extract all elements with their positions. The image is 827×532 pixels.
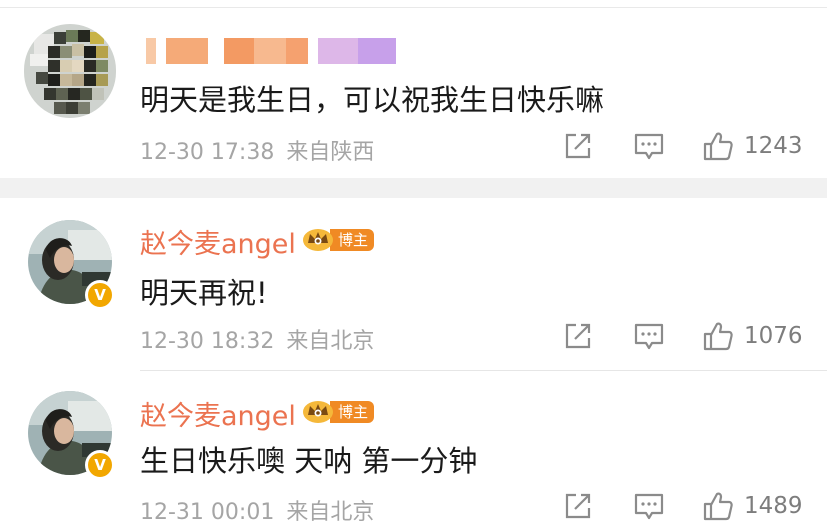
like-count: 1243 (744, 133, 803, 159)
crown-icon (303, 229, 333, 251)
share-icon (565, 133, 591, 159)
share-icon (565, 323, 591, 349)
reply-button[interactable] (633, 132, 665, 162)
like-button[interactable]: 1489 (702, 490, 803, 522)
reply-button[interactable] (633, 492, 665, 522)
thumbs-up-icon (703, 322, 733, 351)
comment-item: V 赵今麦angel 博主 生日快乐噢 天呐 第一分钟 12-31 00:01 来… (0, 370, 827, 532)
share-button[interactable] (563, 491, 593, 521)
blogger-badge: 博主 (302, 227, 375, 252)
comment-time: 12-31 00:01 (140, 500, 275, 525)
comment-text: 明天是我生日，可以祝我生日快乐嘛 (140, 83, 605, 117)
share-button[interactable] (563, 321, 593, 351)
thumbs-up-icon (703, 492, 733, 521)
share-button[interactable] (563, 131, 593, 161)
comment-source: 来自北京 (286, 329, 375, 354)
crown-icon (303, 401, 333, 423)
blogger-badge: 博主 (302, 399, 375, 424)
verified-v-icon: V (85, 280, 115, 310)
comment-text: 生日快乐噢 天呐 第一分钟 (140, 444, 478, 478)
comment-item: V 赵今麦angel 博主 明天再祝! 12-30 18:32 来自北京 107… (0, 198, 827, 370)
comment-item: 明天是我生日，可以祝我生日快乐嘛 12-30 17:38 来自陕西 1243 (0, 0, 827, 178)
like-count: 1076 (744, 323, 803, 349)
section-separator (0, 178, 827, 198)
comment-meta: 12-30 18:32 来自北京 (140, 323, 374, 355)
blurred-username (140, 38, 400, 64)
username[interactable]: 赵今麦angel (140, 394, 296, 433)
like-button[interactable]: 1243 (702, 130, 803, 162)
reply-button[interactable] (633, 322, 665, 352)
comment-time: 12-30 17:38 (140, 140, 275, 165)
verified-v-icon: V (85, 450, 115, 480)
avatar[interactable] (24, 24, 116, 118)
comment-source: 来自陕西 (286, 140, 375, 165)
comment-icon (634, 493, 664, 520)
comment-text: 明天再祝! (140, 276, 268, 310)
thumbs-up-icon (703, 132, 733, 161)
comment-icon (634, 323, 664, 350)
comment-meta: 12-30 17:38 来自陕西 (140, 134, 374, 166)
share-icon (565, 493, 591, 519)
comment-meta: 12-31 00:01 来自北京 (140, 494, 374, 526)
comment-time: 12-30 18:32 (140, 329, 275, 354)
username[interactable]: 赵今麦angel (140, 222, 296, 261)
like-count: 1489 (744, 493, 803, 519)
comment-list: 明天是我生日，可以祝我生日快乐嘛 12-30 17:38 来自陕西 1243 V… (0, 0, 827, 532)
comment-source: 来自北京 (286, 500, 375, 525)
comment-icon (634, 133, 664, 160)
like-button[interactable]: 1076 (702, 320, 803, 352)
